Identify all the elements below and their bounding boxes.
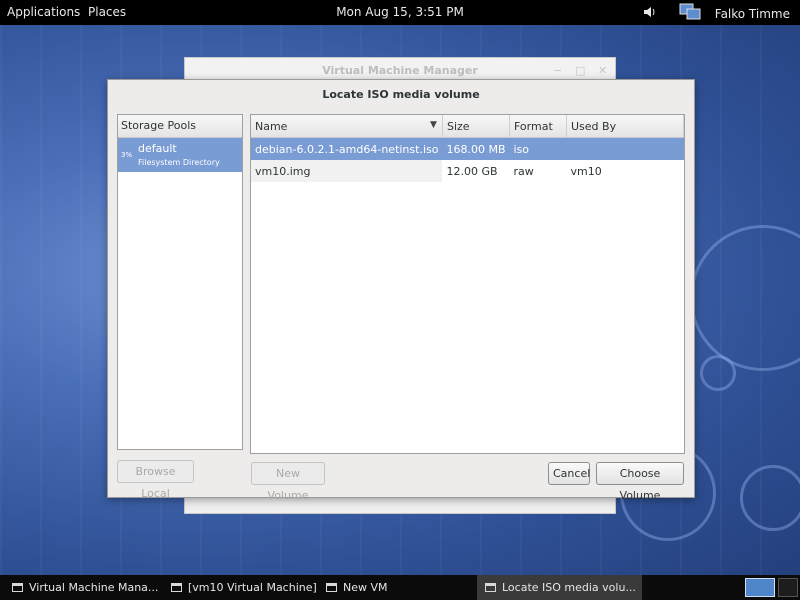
volume-format: raw xyxy=(513,164,534,178)
volume-name: debian-6.0.2.1-amd64-netinst.iso xyxy=(251,137,443,160)
wallpaper-swirl xyxy=(740,465,800,531)
window-icon xyxy=(171,583,182,592)
column-header-used-by[interactable]: Used By xyxy=(566,115,684,138)
volume-format: iso xyxy=(509,137,567,160)
table-row[interactable]: vm10.img 12.00 GB raw vm10 xyxy=(251,160,684,182)
storage-pools-list: Storage Pools 3% default Filesystem Dire… xyxy=(117,114,243,450)
task-new-vm[interactable]: New VM xyxy=(318,575,476,600)
cancel-button[interactable]: Cancel xyxy=(548,462,590,485)
workspace-switcher-active[interactable] xyxy=(745,578,775,597)
table-row[interactable]: debian-6.0.2.1-amd64-netinst.iso 168.00 … xyxy=(251,137,684,160)
top-panel: Applications Places Mon Aug 15, 3:51 PM … xyxy=(0,0,800,25)
volume-used-by xyxy=(566,137,684,160)
pool-type: Filesystem Directory xyxy=(138,158,220,167)
workspace-switcher[interactable] xyxy=(778,578,798,597)
task-locate-iso-media-volume[interactable]: Locate ISO media volu... xyxy=(477,575,642,600)
wallpaper-swirl xyxy=(700,355,736,391)
choose-volume-button[interactable]: Choose Volume xyxy=(596,462,684,502)
browse-local-button[interactable]: Browse Local xyxy=(117,460,194,500)
task-virtual-machine-manager[interactable]: Virtual Machine Mana... xyxy=(4,575,164,600)
new-volume-button[interactable]: New Volume xyxy=(251,462,325,502)
volumes-table: Name ▼ Size Format Used By debian-6.0.2.… xyxy=(250,114,685,454)
column-header-size[interactable]: Size xyxy=(442,115,511,138)
volume-used-by: vm10 xyxy=(570,164,602,178)
maximize-icon[interactable]: □ xyxy=(575,64,585,77)
window-icon xyxy=(485,583,496,592)
storage-pools-header[interactable]: Storage Pools xyxy=(118,115,242,138)
window-icon xyxy=(12,583,23,592)
network-icon[interactable] xyxy=(679,3,701,24)
minimize-icon[interactable]: − xyxy=(553,64,562,77)
column-header-format[interactable]: Format xyxy=(509,115,567,138)
volume-size: 168.00 MB xyxy=(442,137,510,160)
bottom-taskbar: Virtual Machine Mana... [vm10 Virtual Ma… xyxy=(0,575,800,600)
wallpaper-swirl xyxy=(690,225,800,371)
window-icon xyxy=(326,583,337,592)
chevron-down-icon: ▼ xyxy=(430,120,437,130)
dialog-title: Locate ISO media volume xyxy=(322,88,480,101)
pool-name: default xyxy=(138,142,177,155)
user-menu[interactable]: Falko Timme xyxy=(715,7,790,21)
column-header-name[interactable]: Name ▼ xyxy=(251,115,443,138)
task-vm10-virtual-machine[interactable]: [vm10 Virtual Machine] xyxy=(163,575,326,600)
pool-usage: 3% xyxy=(121,151,133,159)
close-icon[interactable]: ✕ xyxy=(598,64,607,77)
pool-item-default[interactable]: 3% default Filesystem Directory xyxy=(118,138,242,172)
volume-icon[interactable] xyxy=(643,6,657,21)
locate-iso-dialog: Locate ISO media volume Storage Pools 3%… xyxy=(107,79,695,502)
volume-name: vm10.img xyxy=(251,160,443,182)
volume-size: 12.00 GB xyxy=(446,164,498,178)
